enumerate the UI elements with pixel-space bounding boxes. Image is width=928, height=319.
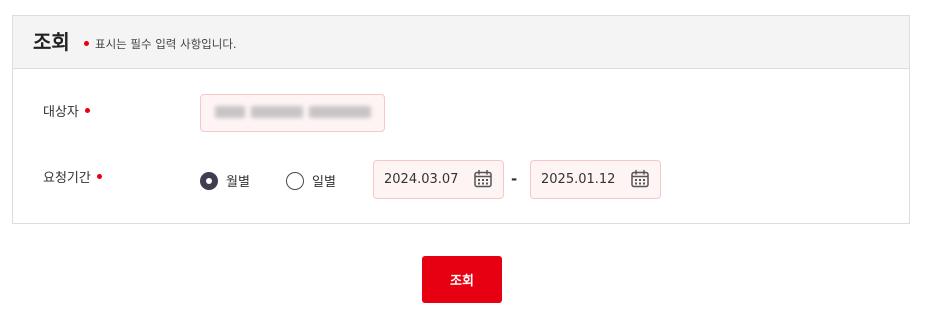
required-dot-icon <box>96 174 102 179</box>
required-dot-icon <box>84 108 90 113</box>
end-date-input[interactable]: 2025.01.12 <box>530 160 661 199</box>
end-date-value: 2025.01.12 <box>541 172 616 187</box>
required-note-text: 표시는 필수 입력 사항입니다. <box>95 37 237 51</box>
calendar-icon[interactable] <box>630 169 650 189</box>
calendar-icon[interactable] <box>473 169 493 189</box>
radio-checked-icon[interactable] <box>200 171 218 190</box>
radio-monthly[interactable]: 월별 <box>200 171 250 190</box>
period-label: 요청기간 <box>43 170 102 188</box>
search-panel: 조회 표시는 필수 입력 사항입니다. 대상자 요청기간 월별 일별 2024.… <box>12 15 910 224</box>
radio-daily-label: 일별 <box>312 175 336 190</box>
date-separator: - <box>511 170 518 188</box>
obscured-text-block <box>309 106 371 118</box>
panel-header: 조회 표시는 필수 입력 사항입니다. <box>13 16 909 69</box>
radio-monthly-label: 월별 <box>226 175 250 190</box>
radio-daily[interactable]: 일별 <box>286 171 336 190</box>
search-button[interactable]: 조회 <box>422 256 502 303</box>
required-dot-icon <box>84 41 89 46</box>
target-label: 대상자 <box>43 104 90 122</box>
radio-unchecked-icon[interactable] <box>286 171 304 190</box>
obscured-text-block <box>251 106 303 118</box>
obscured-text-block <box>215 106 245 118</box>
required-note: 표시는 필수 입력 사항입니다. <box>84 37 237 51</box>
period-label-text: 요청기간 <box>43 171 91 186</box>
start-date-input[interactable]: 2024.03.07 <box>373 160 504 199</box>
target-input[interactable] <box>200 94 385 132</box>
start-date-value: 2024.03.07 <box>384 172 459 187</box>
target-label-text: 대상자 <box>43 105 79 120</box>
panel-title: 조회 <box>33 30 70 54</box>
